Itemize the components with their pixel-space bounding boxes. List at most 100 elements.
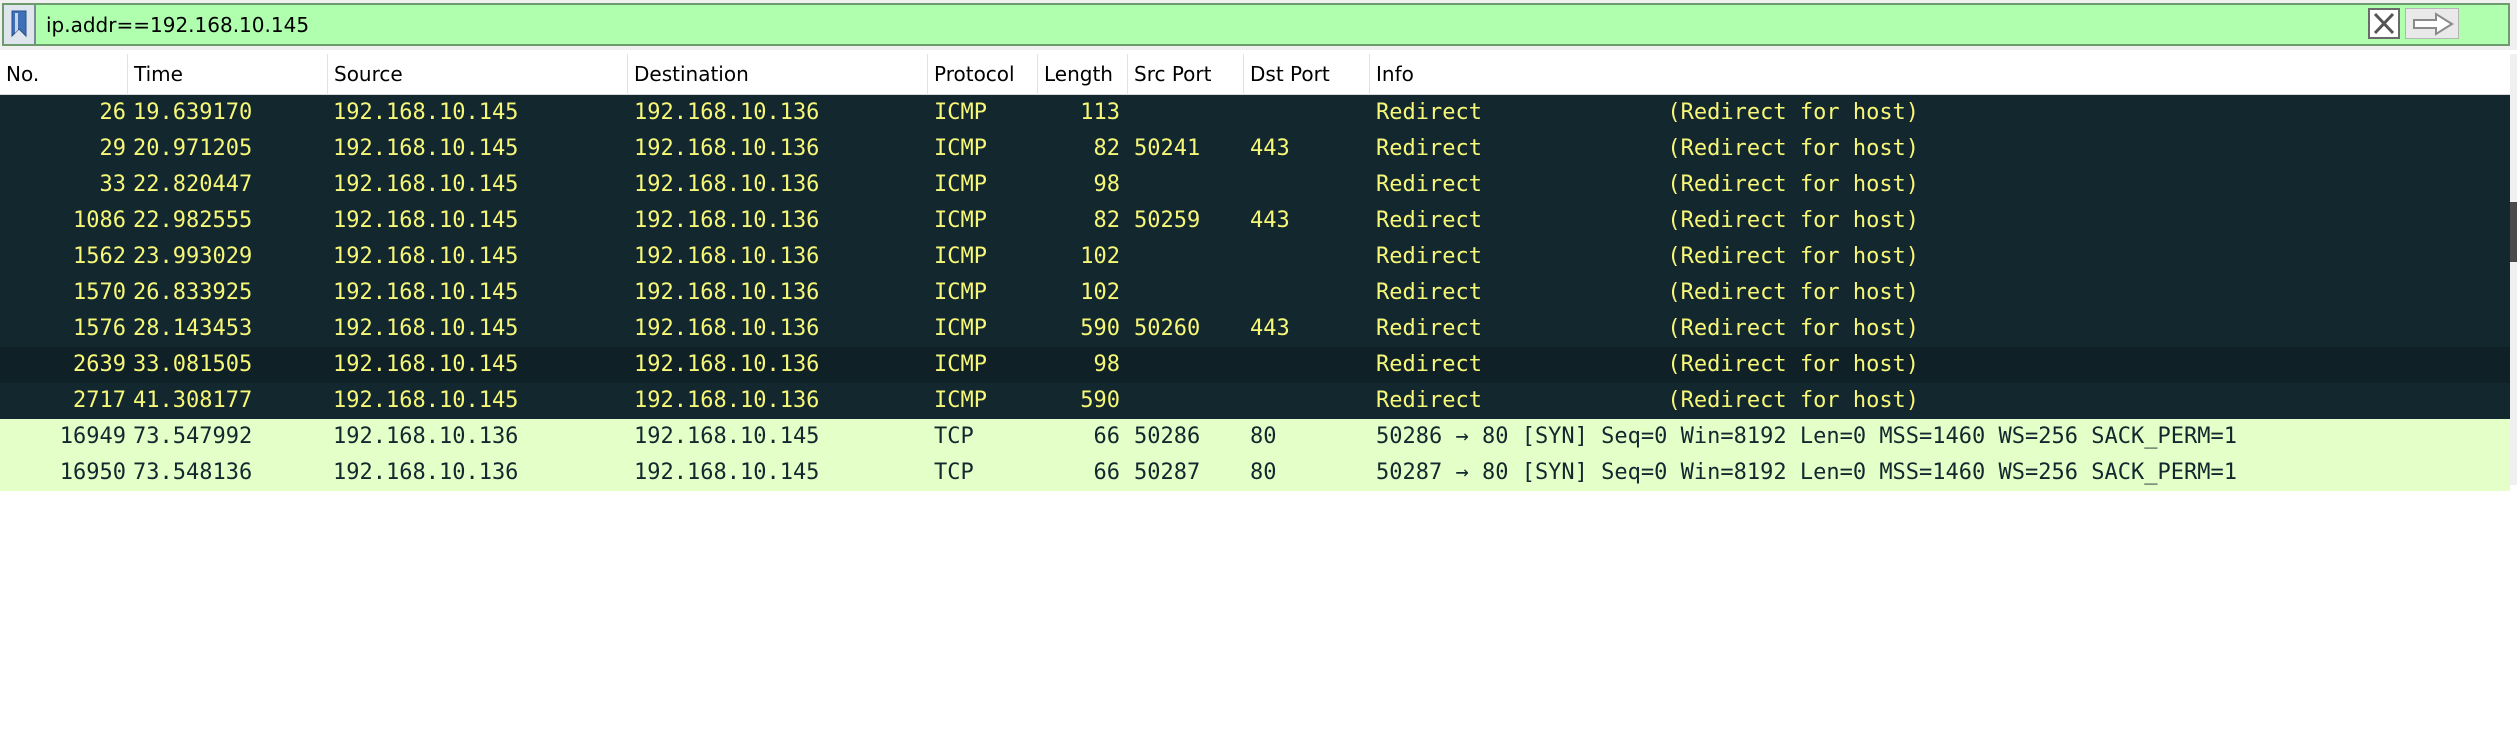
table-row[interactable]: 1562 23.993029 192.168.10.145 192.168.10… (0, 239, 2510, 275)
packet-list: No. Time Source Destination Protocol Len… (0, 54, 2517, 491)
packet-number: 33 (99, 172, 127, 197)
packet-info: Redirect (Redirect for host) (1376, 172, 1920, 197)
packet-destination: 192.168.10.136 (634, 100, 820, 125)
packet-length: 590 (1080, 388, 1120, 413)
packet-number: 2639 (73, 352, 126, 377)
display-filter-toolbar (0, 0, 2517, 50)
packet-protocol: TCP (934, 424, 974, 449)
packet-source: 192.168.10.136 (333, 460, 519, 485)
column-header-src-port[interactable]: Src Port (1128, 54, 1244, 95)
packet-protocol: ICMP (934, 100, 987, 125)
packet-destination: 192.168.10.145 (634, 460, 820, 485)
packet-length: 66 (1093, 460, 1121, 485)
packet-length: 98 (1093, 172, 1121, 197)
column-header-protocol[interactable]: Protocol (928, 54, 1038, 95)
column-header-length[interactable]: Length (1038, 54, 1128, 95)
packet-list-header: No. Time Source Destination Protocol Len… (0, 54, 2510, 95)
packet-src-port (1134, 239, 1244, 275)
packet-info: 50286 → 80 [SYN] Seq=0 Win=8192 Len=0 MS… (1376, 424, 2237, 449)
column-header-info[interactable]: Info (1370, 54, 2510, 95)
packet-src-port (1134, 167, 1244, 203)
packet-time: 22.820447 (133, 172, 253, 197)
packet-time: 23.993029 (133, 244, 253, 269)
packet-dst-port (1250, 275, 1360, 311)
column-header-destination[interactable]: Destination (628, 54, 928, 95)
packet-time: 22.982555 (133, 208, 253, 233)
packet-source: 192.168.10.145 (333, 316, 519, 341)
packet-src-port (1134, 95, 1244, 131)
packet-protocol: ICMP (934, 244, 987, 269)
packet-length: 102 (1080, 244, 1120, 269)
clear-filter-button[interactable] (2368, 8, 2400, 39)
packet-info: Redirect (Redirect for host) (1376, 100, 1920, 125)
column-header-no[interactable]: No. (0, 54, 128, 95)
packet-source: 192.168.10.145 (333, 388, 519, 413)
packet-info: Redirect (Redirect for host) (1376, 388, 1920, 413)
packet-src-port: 50241 (1134, 136, 1201, 161)
packet-length: 113 (1080, 100, 1120, 125)
table-row[interactable]: 2639 33.081505 192.168.10.145 192.168.10… (0, 347, 2510, 383)
packet-src-port (1134, 275, 1244, 311)
packet-info: 50287 → 80 [SYN] Seq=0 Win=8192 Len=0 MS… (1376, 460, 2237, 485)
packet-number: 26 (99, 100, 127, 125)
column-header-source[interactable]: Source (328, 54, 628, 95)
packet-dst-port: 443 (1250, 208, 1290, 233)
display-filter-input[interactable] (46, 9, 2346, 40)
packet-protocol: ICMP (934, 280, 987, 305)
packet-src-port (1134, 347, 1244, 383)
column-header-time[interactable]: Time (128, 54, 328, 95)
packet-info: Redirect (Redirect for host) (1376, 136, 1920, 161)
packet-time: 73.548136 (133, 460, 253, 485)
packet-dst-port (1250, 239, 1360, 275)
packet-length: 82 (1093, 208, 1121, 233)
packet-info: Redirect (Redirect for host) (1376, 208, 1920, 233)
table-row[interactable]: 1086 22.982555 192.168.10.145 192.168.10… (0, 203, 2510, 239)
packet-destination: 192.168.10.136 (634, 280, 820, 305)
packet-dst-port (1250, 383, 1360, 419)
apply-filter-button[interactable] (2405, 8, 2459, 39)
packet-dst-port: 80 (1250, 460, 1277, 485)
packet-source: 192.168.10.145 (333, 136, 519, 161)
packet-number: 1562 (73, 244, 126, 269)
packet-time: 19.639170 (133, 100, 253, 125)
packet-dst-port (1250, 167, 1360, 203)
packet-destination: 192.168.10.136 (634, 316, 820, 341)
packet-src-port: 50260 (1134, 316, 1201, 341)
packet-source: 192.168.10.136 (333, 424, 519, 449)
packet-time: 41.308177 (133, 388, 253, 413)
packet-dst-port: 443 (1250, 316, 1290, 341)
packet-destination: 192.168.10.136 (634, 244, 820, 269)
packet-number: 16949 (59, 424, 126, 449)
packet-protocol: ICMP (934, 388, 987, 413)
table-row[interactable]: 1570 26.833925 192.168.10.145 192.168.10… (0, 275, 2510, 311)
table-row[interactable]: 16950 73.548136 192.168.10.136 192.168.1… (0, 455, 2510, 491)
packet-source: 192.168.10.145 (333, 280, 519, 305)
packet-src-port (1134, 383, 1244, 419)
filter-bookmark-button[interactable] (4, 5, 36, 44)
table-row[interactable]: 2717 41.308177 192.168.10.145 192.168.10… (0, 383, 2510, 419)
packet-number: 29 (99, 136, 127, 161)
vertical-scrollbar[interactable] (2510, 54, 2517, 485)
column-header-dst-port[interactable]: Dst Port (1244, 54, 1370, 95)
packet-protocol: ICMP (934, 352, 987, 377)
table-row[interactable]: 16949 73.547992 192.168.10.136 192.168.1… (0, 419, 2510, 455)
table-row[interactable]: 33 22.820447 192.168.10.145 192.168.10.1… (0, 167, 2510, 203)
packet-number: 1576 (73, 316, 126, 341)
packet-source: 192.168.10.145 (333, 100, 519, 125)
packet-protocol: ICMP (934, 316, 987, 341)
filter-dropdown-area[interactable] (2466, 5, 2506, 44)
packet-time: 33.081505 (133, 352, 253, 377)
packet-length: 98 (1093, 352, 1121, 377)
clear-x-icon (2368, 8, 2400, 39)
packet-dst-port: 443 (1250, 136, 1290, 161)
packet-dst-port: 80 (1250, 424, 1277, 449)
packet-number: 2717 (73, 388, 126, 413)
table-row[interactable]: 26 19.639170 192.168.10.145 192.168.10.1… (0, 95, 2510, 131)
scrollbar-thumb[interactable] (2510, 202, 2517, 262)
bookmark-icon (11, 10, 27, 38)
packet-protocol: ICMP (934, 136, 987, 161)
display-filter-field[interactable] (2, 3, 2510, 46)
table-row[interactable]: 29 20.971205 192.168.10.145 192.168.10.1… (0, 131, 2510, 167)
table-row[interactable]: 1576 28.143453 192.168.10.145 192.168.10… (0, 311, 2510, 347)
packet-length: 66 (1093, 424, 1121, 449)
